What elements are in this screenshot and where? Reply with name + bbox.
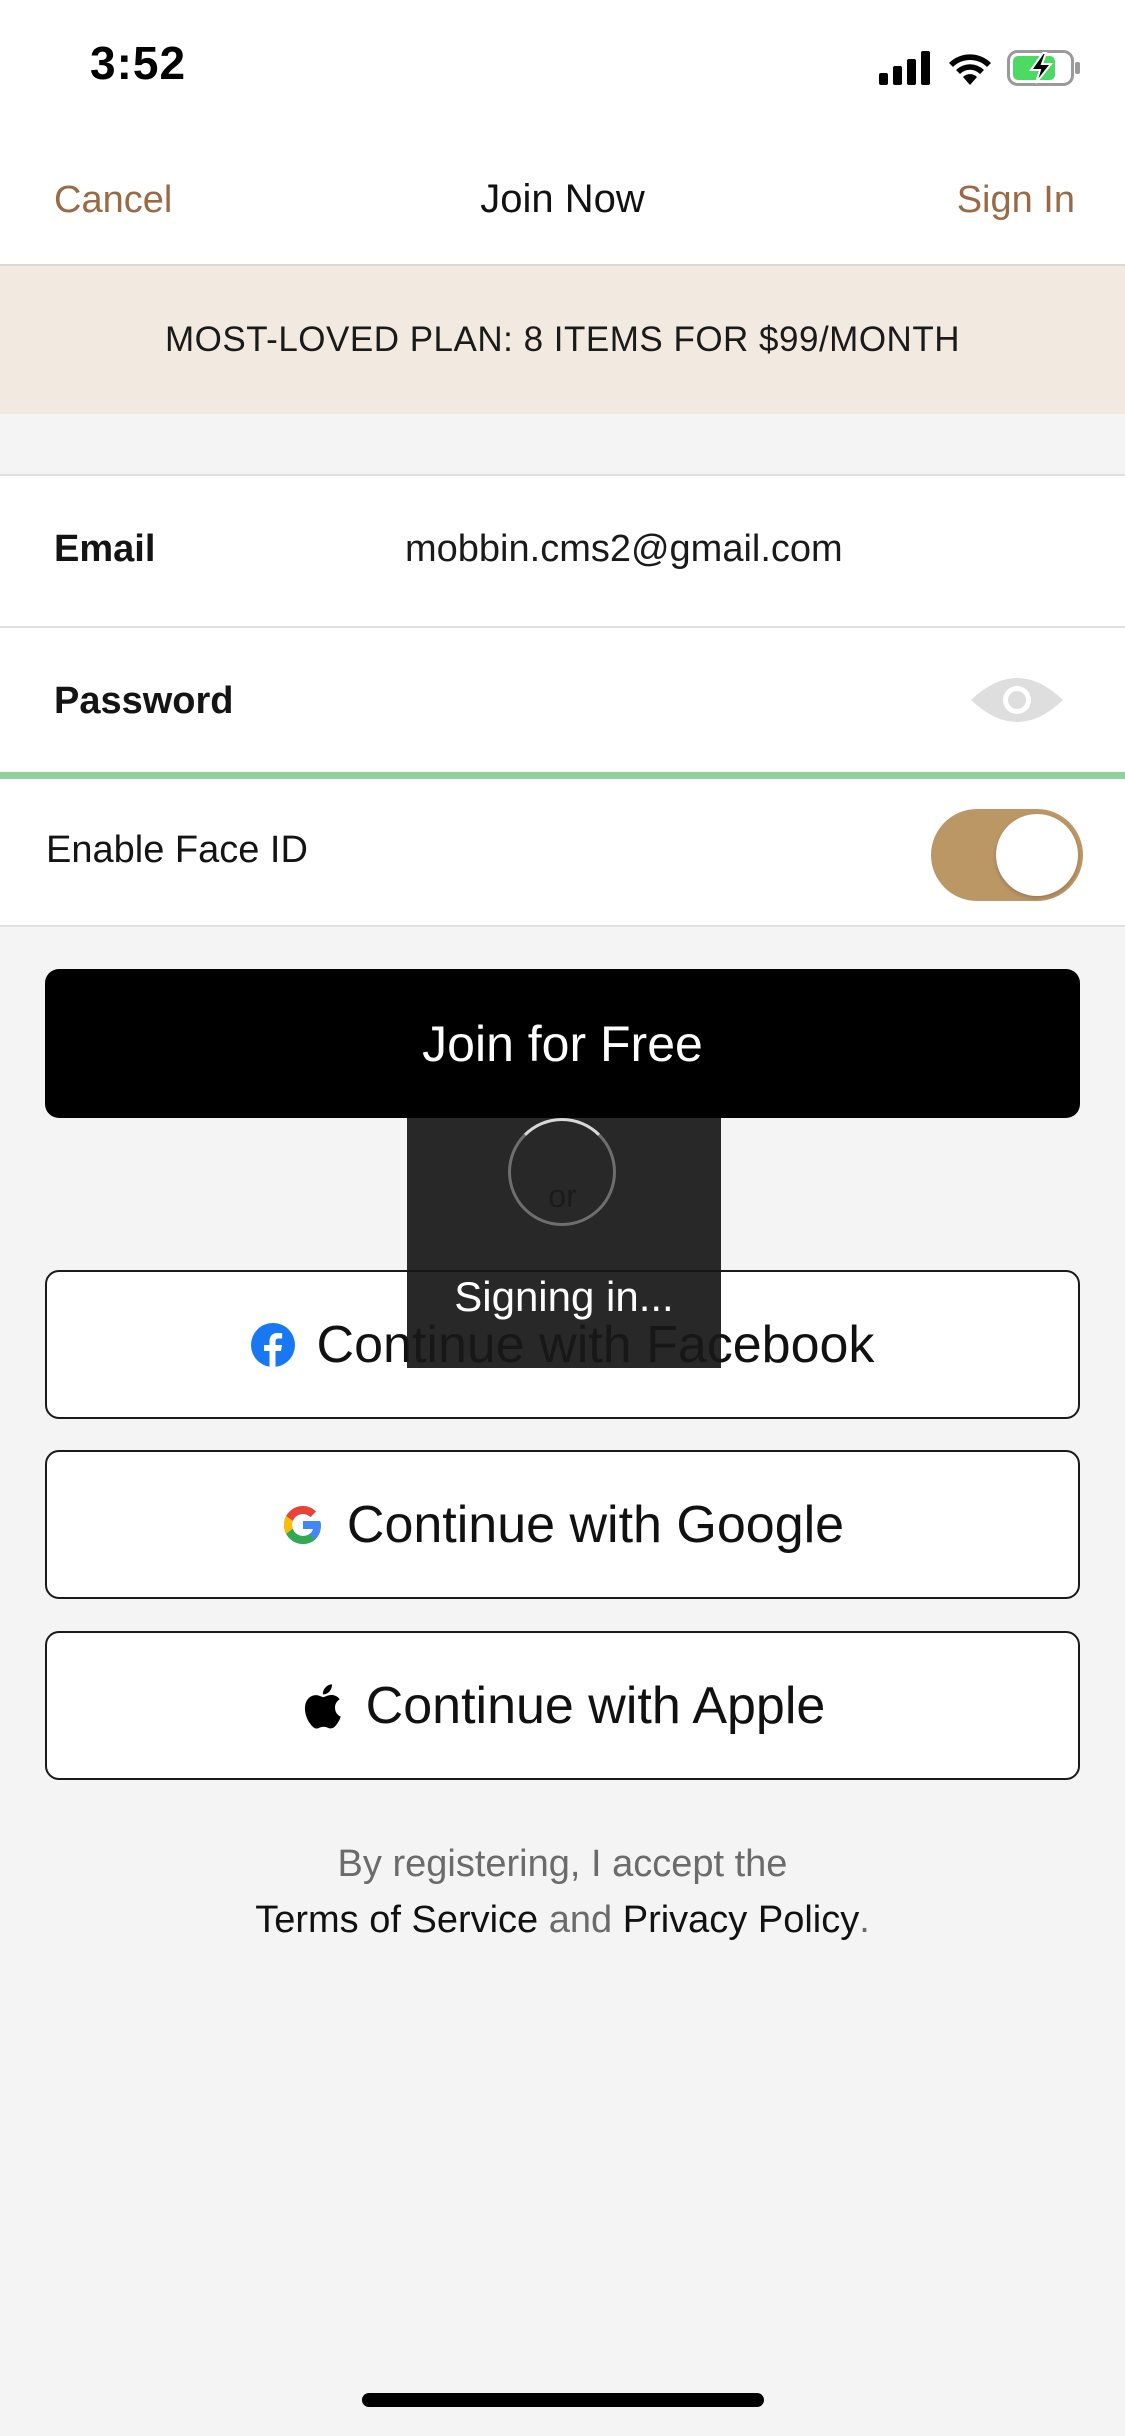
email-row[interactable]: Email mobbin.cms2@gmail.com (0, 476, 1125, 628)
toggle-knob (996, 814, 1078, 896)
face-id-label: Enable Face ID (46, 829, 308, 871)
terms-links-line: Terms of Service and Privacy Policy. (0, 1892, 1125, 1948)
terms-and: and (548, 1899, 613, 1941)
home-indicator[interactable] (362, 2393, 764, 2407)
email-field[interactable]: mobbin.cms2@gmail.com (405, 528, 843, 571)
status-time: 3:52 (90, 37, 187, 89)
promo-banner: MOST-LOVED PLAN: 8 ITEMS FOR $99/MONTH (0, 266, 1125, 414)
privacy-policy-link[interactable]: Privacy Policy (623, 1899, 860, 1941)
terms-of-service-link[interactable]: Terms of Service (255, 1899, 538, 1941)
continue-with-google-button[interactable]: Continue with Google (45, 1450, 1080, 1599)
continue-with-apple-button[interactable]: Continue with Apple (45, 1631, 1080, 1780)
email-label: Email (54, 528, 156, 570)
sign-in-button[interactable]: Sign In (957, 179, 1075, 222)
face-id-toggle[interactable] (931, 809, 1083, 901)
google-button-label: Continue with Google (346, 1495, 845, 1554)
terms-text: By registering, I accept the Terms of Se… (0, 1836, 1125, 1948)
show-password-eye-icon[interactable] (969, 672, 1065, 728)
nav-bar: Join Now Cancel Sign In (0, 135, 1125, 266)
signup-form: Email mobbin.cms2@gmail.com Password Ena… (0, 474, 1125, 927)
password-label: Password (54, 680, 234, 722)
status-icons (879, 49, 1081, 91)
status-bar: 3:52 (0, 0, 1125, 135)
cancel-button[interactable]: Cancel (54, 179, 172, 222)
terms-suffix: . (859, 1899, 870, 1941)
apple-button-label: Continue with Apple (365, 1676, 826, 1735)
battery-charging-icon (1007, 49, 1081, 91)
cellular-signal-icon (879, 50, 933, 90)
google-icon (281, 1503, 325, 1547)
loading-spinner-icon (508, 1118, 616, 1226)
facebook-icon (250, 1322, 295, 1367)
join-for-free-button[interactable]: Join for Free (45, 969, 1080, 1118)
face-id-row: Enable Face ID (0, 779, 1125, 927)
apple-icon (300, 1683, 344, 1729)
loading-text: Signing in... (454, 1273, 674, 1320)
terms-prefix: By registering, I accept the (337, 1843, 788, 1885)
signing-in-overlay: Signing in... (407, 1118, 721, 1368)
password-row[interactable]: Password (0, 628, 1125, 779)
wifi-icon (947, 51, 993, 90)
promo-text: MOST-LOVED PLAN: 8 ITEMS FOR $99/MONTH (165, 320, 960, 359)
